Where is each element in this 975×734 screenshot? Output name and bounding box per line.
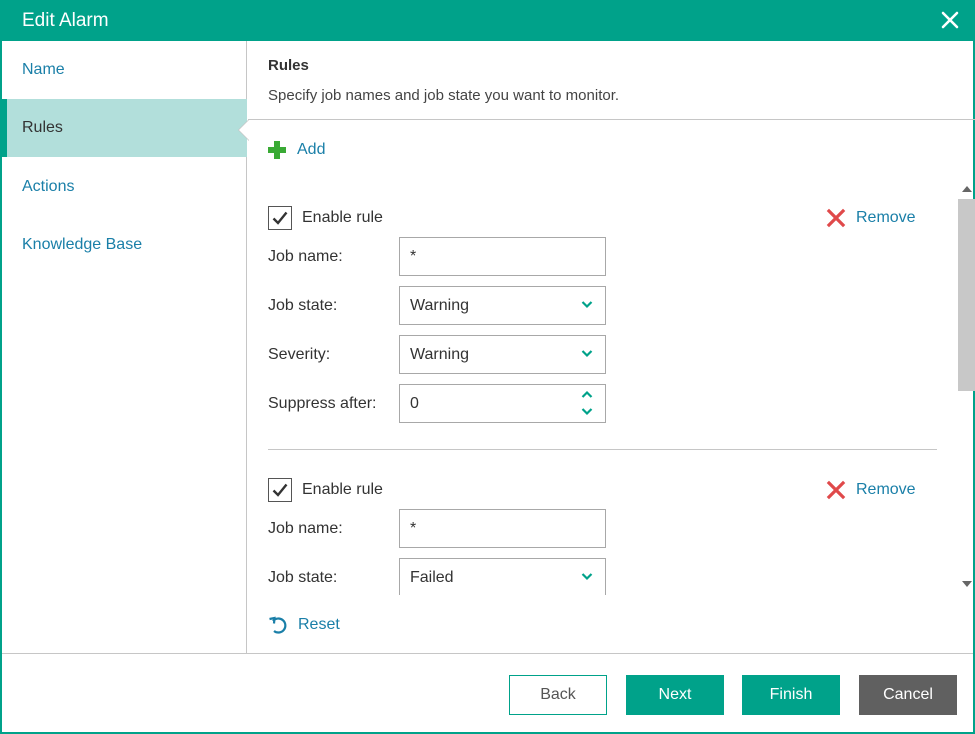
page-title: Rules	[268, 57, 309, 74]
checkmark-icon	[272, 211, 288, 225]
remove-x-icon	[826, 208, 846, 228]
header-divider	[248, 119, 975, 120]
job-state-value: Failed	[410, 569, 454, 586]
job-state-dropdown[interactable]: Warning	[399, 286, 606, 325]
dialog-title: Edit Alarm	[22, 10, 109, 31]
chevron-up-icon[interactable]	[581, 390, 593, 399]
rules-step-content: Rules Specify job names and job state yo…	[248, 41, 975, 653]
sidebar-item-rules[interactable]: Rules	[2, 99, 247, 157]
chevron-down-icon	[581, 301, 593, 309]
remove-rule-label: Remove	[856, 481, 916, 498]
dialog-footer: Back Next Finish Cancel	[2, 653, 973, 732]
enable-rule-label: Enable rule	[302, 209, 383, 226]
reset-button[interactable]: Reset	[268, 614, 340, 636]
add-rule-label: Add	[297, 141, 326, 158]
job-name-label: Job name:	[268, 520, 343, 537]
wizard-sidebar: Name Rules Actions Knowledge Base	[2, 41, 247, 653]
job-name-field[interactable]: *	[399, 509, 606, 548]
enable-rule-toggle[interactable]: Enable rule	[268, 206, 383, 230]
enable-rule-checkbox[interactable]	[268, 478, 292, 502]
job-name-label: Job name:	[268, 248, 343, 265]
enable-rule-label: Enable rule	[302, 481, 383, 498]
sidebar-item-knowledge-base[interactable]: Knowledge Base	[2, 216, 247, 274]
suppress-after-value: 0	[410, 395, 419, 412]
remove-rule-label: Remove	[856, 209, 916, 226]
scroll-down-arrow-icon[interactable]	[962, 581, 972, 587]
job-state-label: Job state:	[268, 297, 338, 314]
severity-dropdown[interactable]: Warning	[399, 335, 606, 374]
reset-label: Reset	[298, 616, 340, 633]
remove-x-icon	[826, 480, 846, 500]
finish-button[interactable]: Finish	[742, 675, 840, 715]
sidebar-item-name[interactable]: Name	[2, 41, 247, 99]
job-name-field[interactable]: *	[399, 237, 606, 276]
chevron-down-icon	[581, 573, 593, 581]
title-bar: Edit Alarm	[0, 0, 975, 41]
remove-rule-button[interactable]: Remove	[826, 206, 916, 230]
add-rule-button[interactable]: Add	[268, 139, 325, 161]
cancel-button[interactable]: Cancel	[859, 675, 957, 715]
rules-scrollbar[interactable]	[956, 181, 975, 595]
rules-list: Enable rule Remove Job name: * Job state…	[248, 181, 956, 595]
back-button[interactable]: Back	[509, 675, 607, 715]
page-description: Specify job names and job state you want…	[268, 87, 620, 104]
next-button[interactable]: Next	[626, 675, 724, 715]
plus-icon	[268, 141, 286, 159]
rule-divider	[268, 449, 937, 450]
suppress-after-label: Suppress after:	[268, 395, 377, 412]
suppress-after-stepper[interactable]: 0	[399, 384, 606, 423]
severity-value: Warning	[410, 346, 469, 363]
chevron-down-icon[interactable]	[581, 407, 593, 416]
sidebar-item-actions[interactable]: Actions	[2, 158, 247, 216]
severity-label: Severity:	[268, 346, 331, 363]
job-state-label: Job state:	[268, 569, 338, 586]
enable-rule-toggle[interactable]: Enable rule	[268, 478, 383, 502]
checkmark-icon	[272, 483, 288, 497]
close-icon[interactable]	[939, 9, 961, 31]
chevron-down-icon	[581, 350, 593, 358]
scroll-up-arrow-icon[interactable]	[962, 186, 972, 192]
enable-rule-checkbox[interactable]	[268, 206, 292, 230]
job-state-value: Warning	[410, 297, 469, 314]
scroll-thumb[interactable]	[958, 199, 975, 391]
edit-alarm-dialog: Edit Alarm Name Rules Actions Knowledge …	[0, 0, 975, 734]
remove-rule-button[interactable]: Remove	[826, 478, 916, 502]
job-state-dropdown[interactable]: Failed	[399, 558, 606, 595]
undo-icon	[269, 616, 287, 634]
